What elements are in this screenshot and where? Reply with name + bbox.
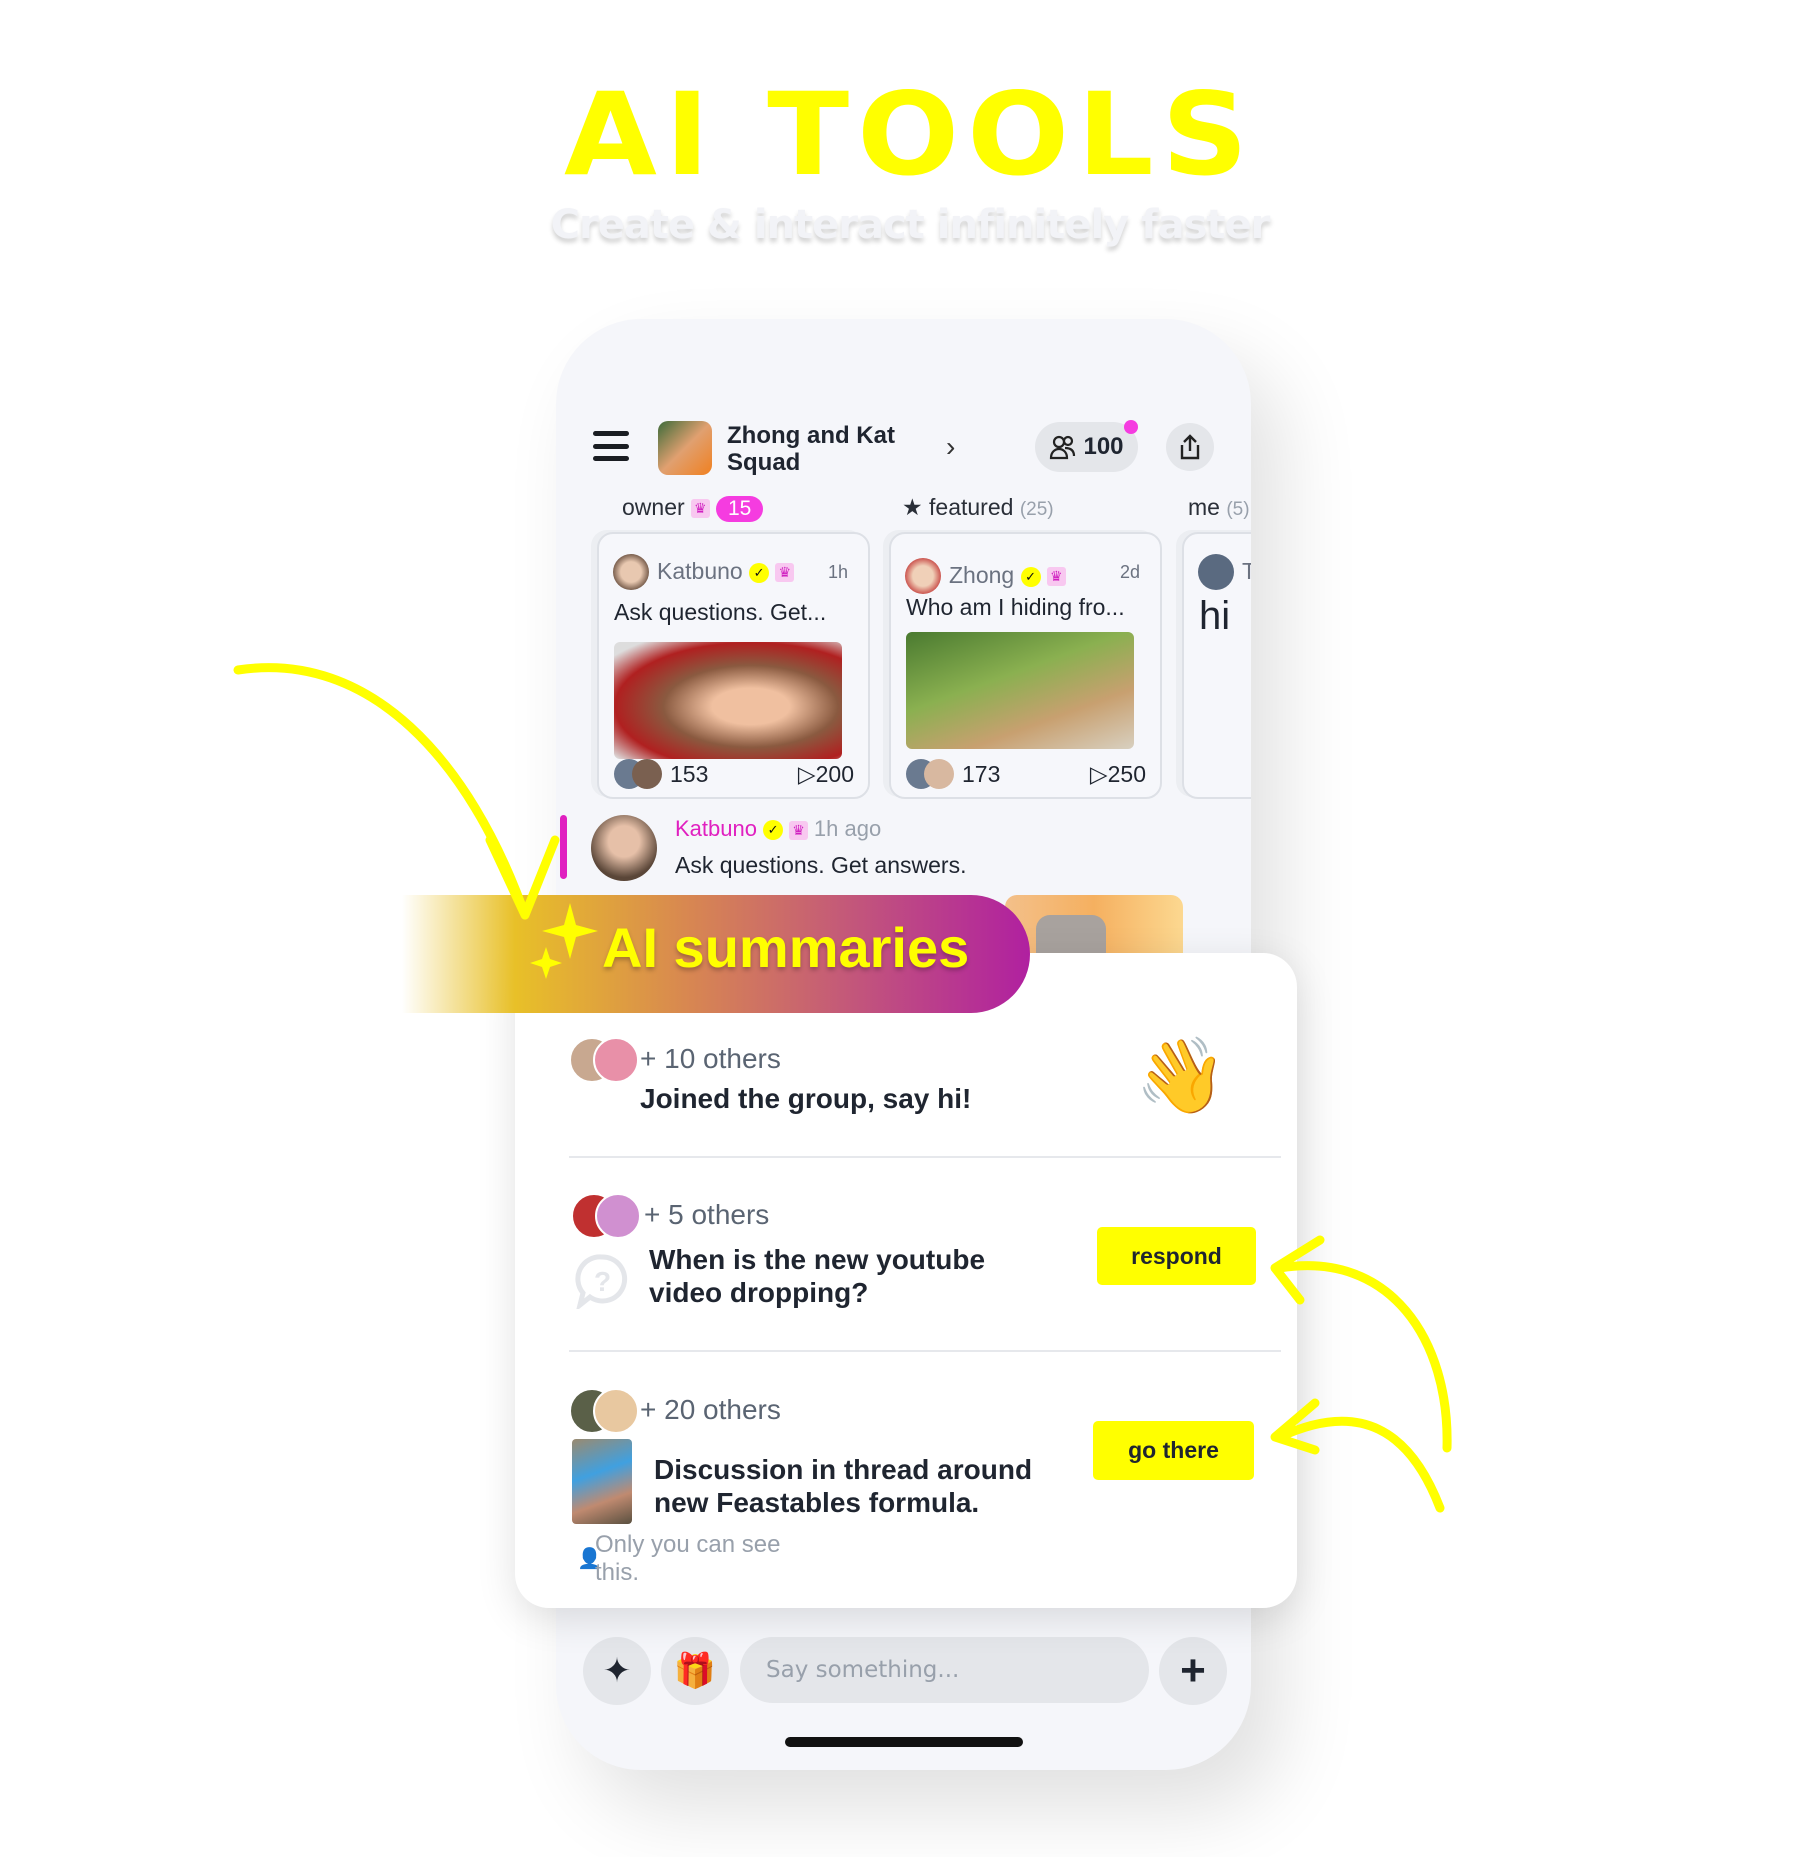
- summary-text: Discussion in thread around new Feastabl…: [654, 1454, 1033, 1518]
- post-card[interactable]: T hi: [1182, 532, 1251, 799]
- respond-button[interactable]: respond: [1097, 1227, 1256, 1285]
- post-time: 2d: [1119, 562, 1140, 582]
- tab-featured[interactable]: ★ featured (25): [902, 494, 1054, 521]
- waving-hand-icon: 👋: [1135, 1034, 1228, 1117]
- comment-text: Ask questions. Get answers.: [675, 852, 967, 878]
- user-avatars: [569, 1388, 639, 1436]
- visibility-note: Only you can see this.: [595, 1531, 781, 1586]
- crown-icon: ♛: [775, 563, 795, 583]
- author-name: T: [1242, 558, 1251, 584]
- author-name: Katbuno: [657, 558, 743, 584]
- view-count: ▷200: [797, 760, 854, 787]
- add-button[interactable]: +: [1159, 1637, 1227, 1705]
- thread-thumbnail[interactable]: [572, 1439, 632, 1524]
- home-indicator[interactable]: [785, 1737, 1023, 1747]
- crown-icon: ♛: [789, 820, 808, 840]
- gift-button[interactable]: 🎁: [661, 1637, 729, 1705]
- tab-me[interactable]: me (5): [1188, 494, 1250, 521]
- reactor-avatars: [614, 759, 662, 789]
- verified-icon: ✓: [763, 820, 784, 841]
- banner-label: AI summaries: [602, 916, 970, 979]
- others-count: + 20 others: [640, 1394, 781, 1425]
- avatar: [905, 558, 941, 594]
- ai-summaries-card: + 10 others Joined the group, say hi! 👋 …: [515, 953, 1297, 1608]
- arrow-to-go-there: [1270, 1398, 1445, 1513]
- divider: [569, 1350, 1281, 1352]
- group-avatar[interactable]: [658, 421, 712, 475]
- chevron-right-icon[interactable]: ›: [946, 431, 955, 463]
- verified-icon: ✓: [1020, 566, 1041, 587]
- post-text: Who am I hiding fro...: [906, 594, 1125, 620]
- arrow-to-banner: [233, 663, 560, 920]
- hamburger-icon[interactable]: [593, 431, 629, 461]
- go-there-button[interactable]: go there: [1093, 1421, 1254, 1480]
- post-time: 1h: [827, 562, 848, 582]
- star-icon: ★: [902, 494, 923, 520]
- sparkle-icon: [530, 903, 598, 979]
- ai-summaries-banner: AI summaries: [402, 895, 1030, 1013]
- group-name[interactable]: Zhong and Kat Squad: [727, 422, 927, 476]
- verified-icon: ✓: [749, 562, 770, 583]
- view-count: ▷250: [1089, 760, 1146, 787]
- gift-icon: 🎁: [673, 1652, 717, 1690]
- like-count: 153: [670, 760, 709, 787]
- reactor-avatars: [906, 759, 954, 789]
- post-card[interactable]: Katbuno ✓ ♛ 1h Ask questions. Get... 153…: [597, 532, 870, 799]
- tab-owner[interactable]: owner ♛ 15: [622, 494, 764, 522]
- crown-icon: ♛: [691, 499, 710, 519]
- others-count: + 5 others: [644, 1199, 770, 1230]
- post-image: [906, 632, 1134, 749]
- comment-time: 1h ago: [813, 816, 882, 841]
- sparkle-icon: ✦: [602, 1652, 632, 1690]
- notification-dot: [1124, 420, 1138, 434]
- post-text: Ask questions. Get...: [614, 599, 827, 625]
- highlight-bar: [560, 815, 567, 879]
- ai-sparkle-button[interactable]: ✦: [583, 1637, 651, 1705]
- user-avatars: [569, 1037, 639, 1085]
- author-name: Zhong: [949, 562, 1015, 588]
- others-count: + 10 others: [640, 1043, 781, 1074]
- avatar[interactable]: [591, 815, 657, 881]
- post-card[interactable]: Zhong ✓ ♛ 2d Who am I hiding fro... 173 ▷…: [889, 532, 1162, 799]
- post-image: [614, 642, 842, 759]
- member-count: 100: [1083, 433, 1124, 460]
- crown-icon: ♛: [1047, 567, 1066, 587]
- message-input[interactable]: [740, 1637, 1149, 1703]
- summary-text: When is the new youtube video dropping?: [649, 1244, 986, 1308]
- svg-text:?: ?: [594, 1266, 611, 1297]
- owner-badge: 15: [716, 495, 764, 522]
- user-avatars: [571, 1193, 641, 1241]
- hero-title: AI TOOLS: [563, 69, 1257, 202]
- question-bubble-icon: ?: [575, 1254, 628, 1309]
- avatar: [1198, 554, 1234, 590]
- share-button[interactable]: [1166, 423, 1214, 471]
- arrow-to-respond: [1270, 1235, 1452, 1453]
- share-icon: [1180, 434, 1200, 460]
- comment-author[interactable]: Katbuno: [675, 816, 757, 841]
- like-count: 173: [962, 760, 1001, 787]
- summary-text: Joined the group, say hi!: [640, 1083, 972, 1114]
- play-icon: ▷: [1089, 760, 1108, 787]
- hero-subtitle: Create & interact infinitely faster: [550, 202, 1271, 248]
- play-icon: ▷: [797, 760, 816, 787]
- members-icon: [1050, 435, 1076, 460]
- divider: [569, 1156, 1281, 1158]
- post-text: hi: [1199, 594, 1231, 638]
- plus-icon: +: [1180, 1646, 1206, 1695]
- avatar: [613, 554, 649, 590]
- members-button[interactable]: 100: [1035, 422, 1138, 472]
